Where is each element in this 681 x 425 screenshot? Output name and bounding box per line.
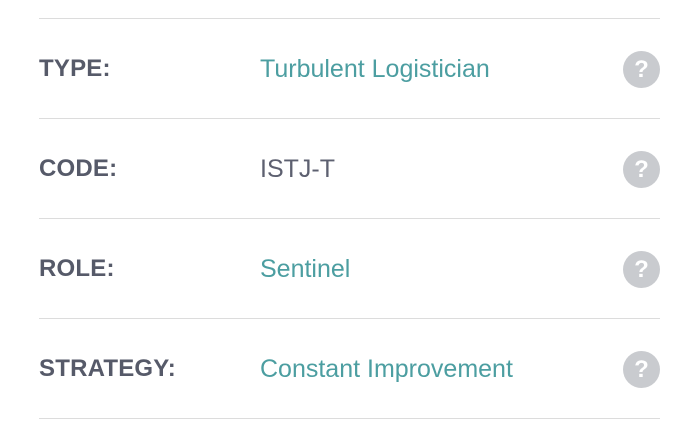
strategy-help-question-icon[interactable]: ? [623, 351, 660, 388]
summary-row-strategy: STRATEGY: Constant Improvement ? [39, 319, 660, 419]
summary-row-role: ROLE: Sentinel ? [39, 219, 660, 319]
summary-list: TYPE: Turbulent Logistician ? CODE: ISTJ… [39, 18, 660, 419]
type-value: Turbulent Logistician [260, 55, 490, 83]
type-label: TYPE: [39, 55, 111, 82]
type-help-question-icon[interactable]: ? [623, 51, 660, 88]
role-label: ROLE: [39, 255, 115, 282]
strategy-value: Constant Improvement [260, 355, 513, 383]
personality-summary-panel: TYPE: Turbulent Logistician ? CODE: ISTJ… [0, 0, 681, 425]
summary-row-type: TYPE: Turbulent Logistician ? [39, 19, 660, 119]
role-help-question-icon[interactable]: ? [623, 251, 660, 288]
strategy-label: STRATEGY: [39, 355, 176, 382]
summary-row-code: CODE: ISTJ-T ? [39, 119, 660, 219]
role-value: Sentinel [260, 255, 351, 283]
code-help-question-icon[interactable]: ? [623, 151, 660, 188]
code-label: CODE: [39, 155, 118, 182]
code-value: ISTJ-T [260, 155, 335, 183]
